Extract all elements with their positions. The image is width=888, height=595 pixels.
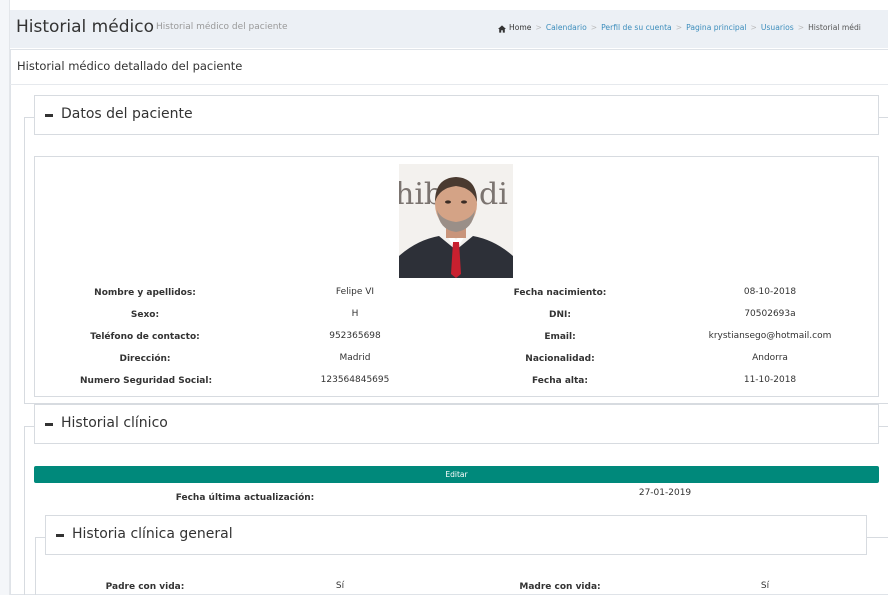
breadcrumb-pagina-principal[interactable]: Pagina principal (686, 23, 746, 32)
field-value: 123564845695 (320, 375, 390, 385)
patient-photo: hibe di (399, 164, 513, 278)
sidebar-strip (0, 0, 10, 595)
breadcrumb-usuarios[interactable]: Usuarios (761, 23, 794, 32)
general-legend[interactable]: Historia clínica general (45, 515, 867, 555)
page-subtitle: Historial médico del paciente (156, 22, 288, 32)
field-label: Fecha alta: (532, 376, 588, 386)
patient-legend-text: Datos del paciente (61, 106, 193, 122)
field-label: Dirección: (119, 354, 171, 364)
collapse-icon (45, 114, 53, 117)
field-value: Sí (335, 581, 345, 591)
update-date-value: 27-01-2019 (638, 488, 692, 498)
field-value: 08-10-2018 (743, 287, 797, 297)
field-label: Madre con vida: (519, 582, 601, 592)
field-value: Madrid (339, 353, 371, 363)
collapse-icon (45, 423, 53, 426)
general-legend-text: Historia clínica general (72, 526, 233, 542)
update-date-label: Fecha última actualización: (175, 493, 315, 503)
field-label: Nombre y apellidos: (94, 288, 196, 298)
field-label: Sexo: (130, 310, 160, 320)
breadcrumb-separator: > (797, 23, 805, 32)
clinical-legend[interactable]: Historial clínico (34, 404, 879, 444)
content-header: Historial médico Historial médico del pa… (10, 10, 888, 48)
breadcrumb-separator: > (750, 23, 757, 32)
field-label: Padre con vida: (105, 582, 185, 592)
field-value: krystiansego@hotmail.com (708, 331, 832, 341)
breadcrumb-home[interactable]: Home (509, 23, 531, 32)
breadcrumb-separator: > (590, 23, 598, 32)
clinical-legend-text: Historial clínico (61, 415, 168, 431)
field-label: Teléfono de contacto: (90, 332, 200, 342)
edit-button[interactable]: Editar (34, 466, 879, 483)
field-value: 952365698 (329, 331, 381, 341)
field-value: Andorra (752, 353, 788, 363)
breadcrumb: Home > Calendario > Perfil de su cuenta … (498, 23, 861, 33)
field-value: 11-10-2018 (743, 375, 797, 385)
patient-legend[interactable]: Datos del paciente (34, 95, 879, 135)
field-value: 70502693a (744, 309, 796, 319)
field-label: Fecha nacimiento: (513, 288, 607, 298)
field-label: Email: (544, 332, 576, 342)
breadcrumb-perfil[interactable]: Perfil de su cuenta (601, 23, 672, 32)
field-label: DNI: (549, 310, 571, 320)
svg-text:di: di (479, 177, 508, 212)
field-label: Nacionalidad: (525, 354, 595, 364)
breadcrumb-current: Historial médi (808, 23, 861, 32)
field-label: Numero Seguridad Social: (80, 376, 213, 386)
collapse-icon (56, 534, 64, 537)
breadcrumb-separator: > (535, 23, 542, 32)
field-value: Felipe VI (335, 287, 375, 297)
home-icon (498, 24, 506, 33)
breadcrumb-calendario[interactable]: Calendario (546, 23, 587, 32)
field-value: H (351, 309, 359, 319)
page-title: Historial médico (16, 17, 154, 37)
breadcrumb-separator: > (675, 23, 683, 32)
box-title: Historial médico detallado del paciente (17, 59, 243, 73)
field-value: Sí (760, 581, 770, 591)
divider (10, 84, 888, 85)
